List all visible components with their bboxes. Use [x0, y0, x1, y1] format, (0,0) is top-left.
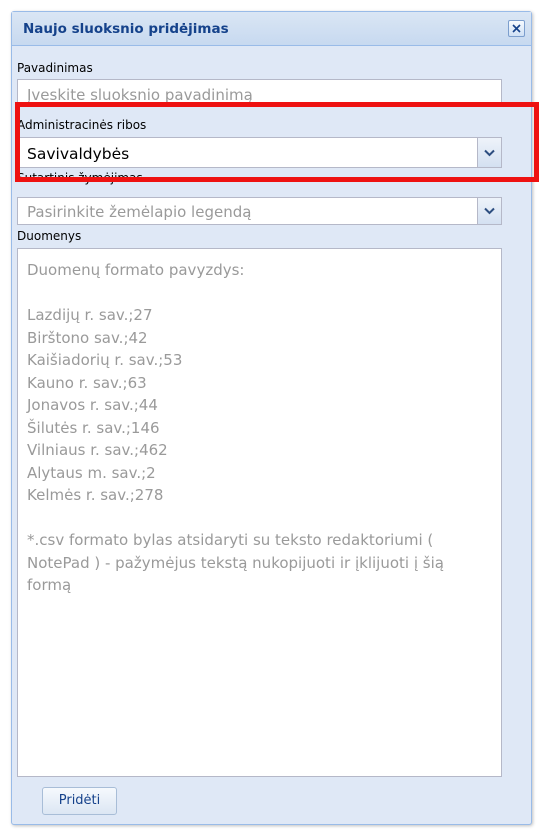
- data-textarea-placeholder: Duomenų formato pavyzdys: Lazdijų r. sav…: [27, 261, 444, 594]
- layer-name-input[interactable]: Įveskite sluoksnio pavadinimą: [17, 79, 502, 106]
- dialog-title: Naujo sluoksnio pridėjimas: [23, 21, 229, 37]
- name-label: Pavadinimas: [17, 61, 93, 75]
- layer-name-placeholder: Įveskite sluoksnio pavadinimą: [27, 86, 253, 104]
- data-label: Duomenys: [17, 229, 82, 243]
- legend-dropdown-trigger[interactable]: [477, 198, 501, 224]
- legend-select[interactable]: Pasirinkite žemėlapio legendą: [17, 197, 502, 225]
- boundaries-value: Savivaldybės: [27, 145, 130, 163]
- add-button[interactable]: Pridėti: [42, 787, 117, 815]
- data-textarea[interactable]: Duomenų formato pavyzdys: Lazdijų r. sav…: [17, 248, 502, 777]
- legend-placeholder: Pasirinkite žemėlapio legendą: [27, 203, 252, 221]
- chevron-down-icon: [484, 207, 495, 215]
- boundaries-dropdown-trigger[interactable]: [477, 138, 501, 167]
- close-button[interactable]: [508, 20, 525, 37]
- chevron-down-icon: [484, 149, 495, 156]
- dialog-header: Naujo sluoksnio pridėjimas: [12, 12, 531, 46]
- close-icon: [512, 24, 521, 33]
- legend-label: Sutartinis žymėjimas: [17, 171, 143, 185]
- boundaries-label: Administracinės ribos: [17, 118, 147, 132]
- boundaries-select[interactable]: Savivaldybės: [17, 137, 502, 168]
